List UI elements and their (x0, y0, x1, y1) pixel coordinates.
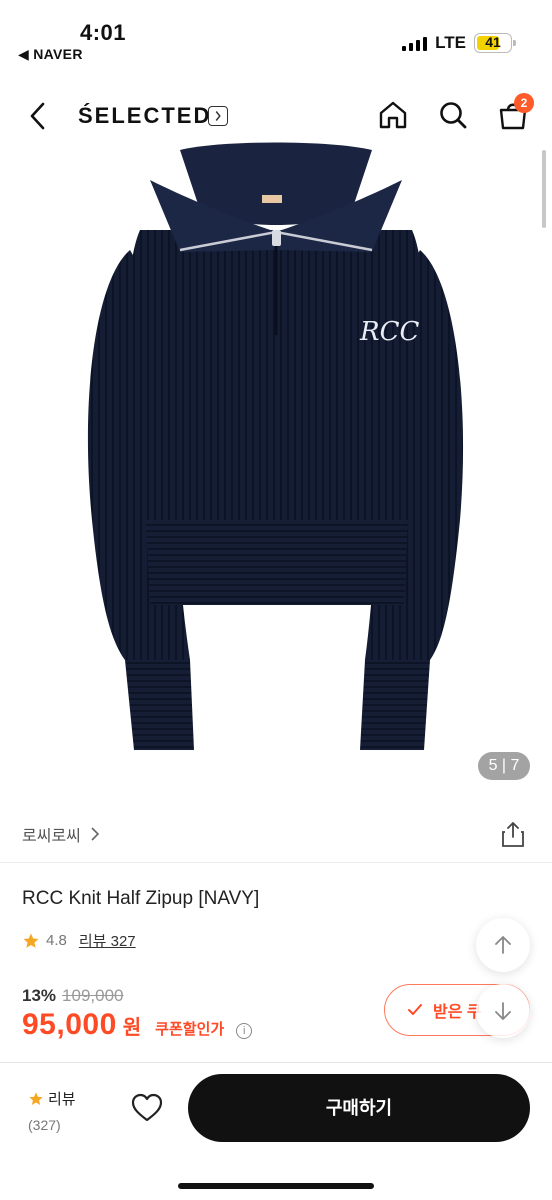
search-icon[interactable] (436, 98, 470, 132)
cart-count-badge: 2 (514, 93, 534, 113)
battery-level: 41 (485, 34, 501, 50)
discount-percent: 13% (22, 986, 57, 1005)
price-row: 95,000 원 쿠폰할인가 i (22, 1008, 253, 1042)
coupon-price-label: 쿠폰할인가 (155, 1021, 225, 1038)
status-indicators: LTE 41 (402, 33, 516, 53)
discount-row: 13% 109,000 (22, 986, 123, 1006)
coupon-button-label: 받은 쿠 (433, 1004, 482, 1021)
battery-icon: 41 (474, 33, 516, 53)
scroll-top-button[interactable] (476, 918, 530, 972)
section-divider (0, 862, 552, 863)
chevron-right-icon (91, 827, 100, 841)
share-icon[interactable] (500, 820, 526, 848)
image-counter: 5 | 7 (478, 752, 530, 780)
arrow-up-icon (495, 936, 511, 954)
rcc-logo-text: RCC (359, 317, 419, 347)
status-time: 4:01 (80, 20, 127, 45)
review-count-link[interactable]: 리뷰 327 (79, 930, 136, 951)
rating-row: 4.8 리뷰 327 (22, 930, 136, 951)
brand-chevron-icon[interactable] (208, 106, 228, 126)
signal-icon (402, 35, 428, 51)
original-price: 109,000 (62, 986, 124, 1005)
back-arrow-icon[interactable] (24, 100, 54, 132)
info-icon[interactable]: i (236, 1023, 253, 1039)
back-to-app-link[interactable]: ◀ NAVER (18, 46, 83, 63)
store-name: 로씨로씨 (22, 828, 81, 845)
review-count: (327) (28, 1117, 61, 1133)
home-indicator[interactable] (178, 1183, 374, 1189)
check-icon (408, 1004, 422, 1015)
scroll-down-button[interactable] (476, 984, 530, 1038)
sale-price: 95,000 (22, 1008, 117, 1041)
arrow-down-icon (495, 1002, 511, 1020)
product-title: RCC Knit Half Zipup [NAVY] (22, 888, 260, 909)
product-image[interactable]: RCC (0, 140, 552, 800)
review-label: 리뷰 (48, 1091, 76, 1108)
review-summary-button[interactable]: 리뷰 (327) (28, 1088, 78, 1133)
home-icon[interactable] (376, 98, 410, 132)
heart-icon[interactable] (130, 1092, 164, 1124)
bottom-bar-divider (0, 1062, 552, 1063)
network-type: LTE (435, 33, 466, 52)
buy-button[interactable]: 구매하기 (188, 1074, 530, 1142)
star-icon (23, 933, 39, 948)
star-icon (29, 1091, 43, 1105)
rating-value: 4.8 (46, 932, 67, 949)
page-scrollbar[interactable] (542, 150, 546, 228)
brand-logo[interactable]: ŚELECTED (78, 103, 211, 129)
store-link[interactable]: 로씨로씨 (22, 822, 101, 846)
currency-unit: 원 (122, 1017, 142, 1039)
